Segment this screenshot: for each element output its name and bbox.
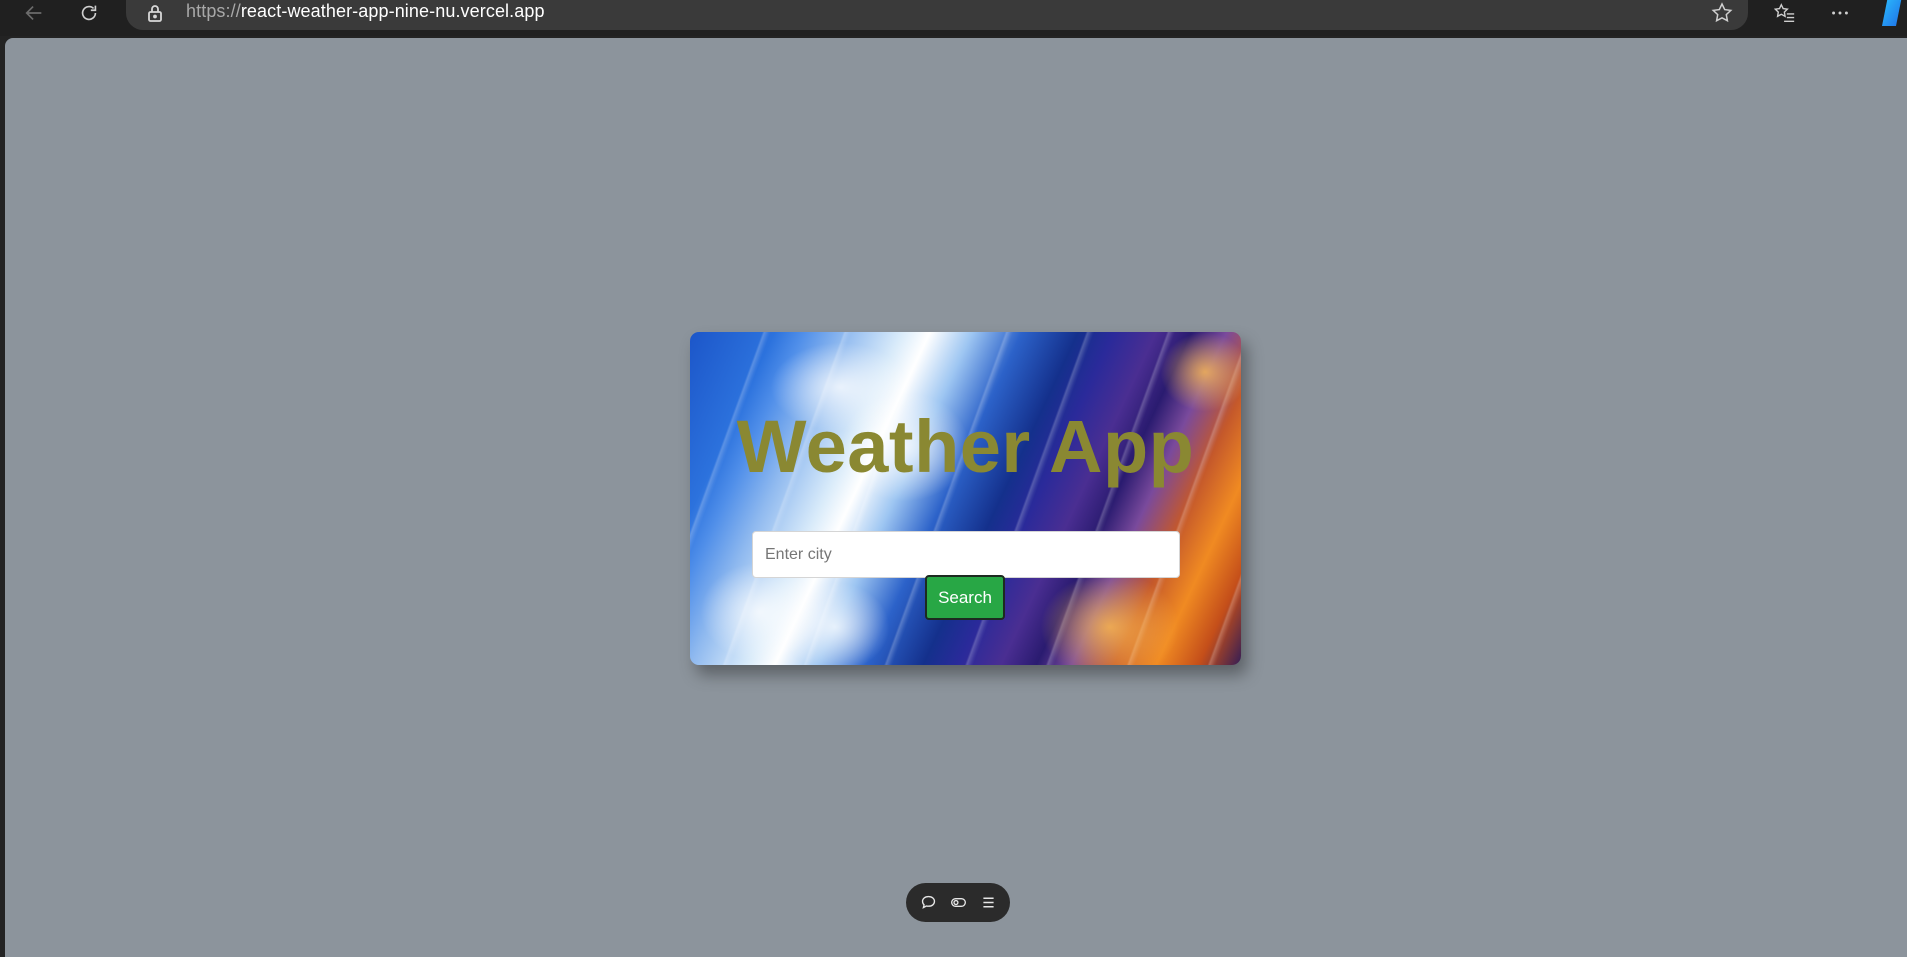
copilot-icon[interactable] bbox=[1878, 0, 1907, 26]
reload-button[interactable] bbox=[71, 0, 107, 26]
lock-icon bbox=[148, 5, 162, 22]
url-text[interactable]: https://react-weather-app-nine-nu.vercel… bbox=[186, 1, 545, 22]
search-button[interactable]: Search bbox=[925, 575, 1005, 620]
more-button[interactable] bbox=[1822, 0, 1858, 26]
toggle-button[interactable] bbox=[948, 893, 968, 913]
address-bar[interactable]: https://react-weather-app-nine-nu.vercel… bbox=[126, 0, 1748, 30]
city-search-input[interactable] bbox=[752, 531, 1180, 578]
cloud-decoration bbox=[780, 582, 890, 665]
toggle-icon bbox=[950, 897, 966, 908]
back-icon bbox=[25, 5, 42, 21]
sunset-glow bbox=[1160, 332, 1241, 412]
weather-card: Weather App Search bbox=[690, 332, 1241, 665]
url-scheme: https:// bbox=[186, 1, 241, 21]
menu-icon bbox=[982, 897, 994, 908]
menu-button[interactable] bbox=[978, 893, 998, 913]
page-viewport: Weather App Search bbox=[5, 38, 1907, 957]
page-title: Weather App bbox=[736, 405, 1195, 488]
comment-icon bbox=[921, 895, 935, 909]
browser-toolbar: https://react-weather-app-nine-nu.vercel… bbox=[0, 0, 1907, 36]
more-icon bbox=[1832, 11, 1848, 15]
back-button[interactable] bbox=[16, 0, 52, 26]
reload-icon bbox=[81, 5, 97, 21]
star-icon[interactable] bbox=[1710, 1, 1734, 25]
favorites-icon bbox=[1774, 3, 1795, 22]
floating-toolbar bbox=[906, 883, 1010, 922]
favorites-button[interactable] bbox=[1767, 0, 1803, 26]
comment-button[interactable] bbox=[918, 893, 938, 913]
url-host: react-weather-app-nine-nu.vercel.app bbox=[240, 1, 545, 21]
